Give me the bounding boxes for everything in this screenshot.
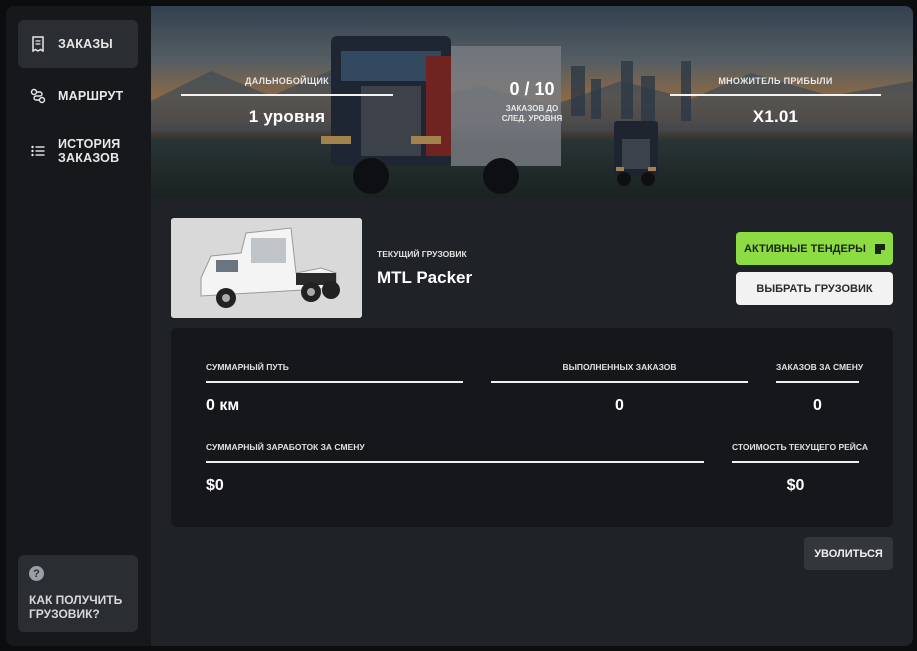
total-distance-stat: Суммарный путь 0 км: [206, 362, 463, 415]
divider: [206, 461, 704, 463]
shift-earnings-caption: Суммарный заработок за смену: [206, 442, 365, 452]
rank-value: 1 уровня: [248, 107, 326, 126]
divider: [732, 461, 859, 463]
sidebar-item-label: История заказов: [58, 137, 121, 165]
active-tenders-button[interactable]: Активные тендеры: [736, 232, 893, 265]
rank-stat: Дальнобойщик 1 уровня: [181, 76, 393, 127]
question-icon: ?: [29, 566, 44, 581]
current-truck-name: MTL Packer: [377, 268, 473, 287]
shift-earnings-value: $0: [206, 477, 224, 494]
help-label: Как получить грузовик?: [29, 593, 123, 621]
route-icon: [30, 88, 46, 104]
orders-progress-caption: Заказов до след. уровня: [501, 104, 563, 123]
multiplier-value: X1.01: [752, 107, 799, 126]
sidebar: Заказы Маршрут История заказов ? Как пол…: [6, 6, 151, 646]
sidebar-item-route[interactable]: Маршрут: [18, 72, 138, 120]
active-tenders-label: Активные тендеры: [744, 242, 866, 255]
app-window: Заказы Маршрут История заказов ? Как пол…: [6, 6, 913, 646]
current-trip-cost-stat: Стоимость текущего рейса $0: [732, 442, 868, 495]
help-how-to-get-truck[interactable]: ? Как получить грузовик?: [18, 555, 138, 632]
divider: [776, 381, 859, 383]
list-icon: [30, 143, 46, 159]
completed-orders-stat: Выполненных заказов 0: [491, 362, 748, 415]
orders-per-shift-value: 0: [813, 397, 822, 414]
divider: [670, 94, 881, 96]
shift-stats-panel: Суммарный путь 0 км Выполненных заказов …: [171, 328, 893, 527]
orders-per-shift-stat: Заказов за смену 0: [776, 362, 864, 415]
current-trip-cost-value: $0: [786, 477, 805, 494]
note-icon: [874, 243, 885, 254]
truck-thumbnail: [171, 218, 362, 318]
total-distance-value: 0 км: [206, 397, 240, 414]
quit-job-button[interactable]: Уволиться: [804, 537, 893, 570]
current-truck-caption: Текущий грузовик: [377, 249, 467, 259]
header-banner: Дальнобойщик 1 уровня 0 / 10 Заказов до …: [151, 6, 913, 198]
total-distance-caption: Суммарный путь: [206, 362, 289, 372]
choose-truck-button[interactable]: Выбрать грузовик: [736, 272, 893, 305]
receipt-icon: [30, 36, 46, 52]
completed-orders-value: 0: [615, 397, 624, 414]
truck-image: [171, 218, 362, 318]
divider: [491, 381, 748, 383]
profit-multiplier-stat: Множитель прибыли X1.01: [670, 76, 881, 127]
divider: [206, 381, 463, 383]
divider: [181, 94, 393, 96]
completed-orders-caption: Выполненных заказов: [562, 362, 677, 372]
sidebar-item-label: Маршрут: [58, 89, 124, 103]
shift-earnings-stat: Суммарный заработок за смену $0: [206, 442, 704, 495]
rank-caption: Дальнобойщик: [245, 76, 329, 86]
sidebar-item-orders[interactable]: Заказы: [18, 20, 138, 68]
multiplier-caption: Множитель прибыли: [718, 76, 833, 86]
orders-to-next-level: 0 / 10 Заказов до след. уровня: [494, 79, 570, 124]
orders-per-shift-caption: Заказов за смену: [776, 362, 864, 372]
orders-progress-value: 0 / 10: [509, 79, 555, 99]
sidebar-item-label: Заказы: [58, 37, 113, 51]
sidebar-item-order-history[interactable]: История заказов: [18, 126, 138, 176]
current-trip-cost-caption: Стоимость текущего рейса: [732, 442, 868, 452]
